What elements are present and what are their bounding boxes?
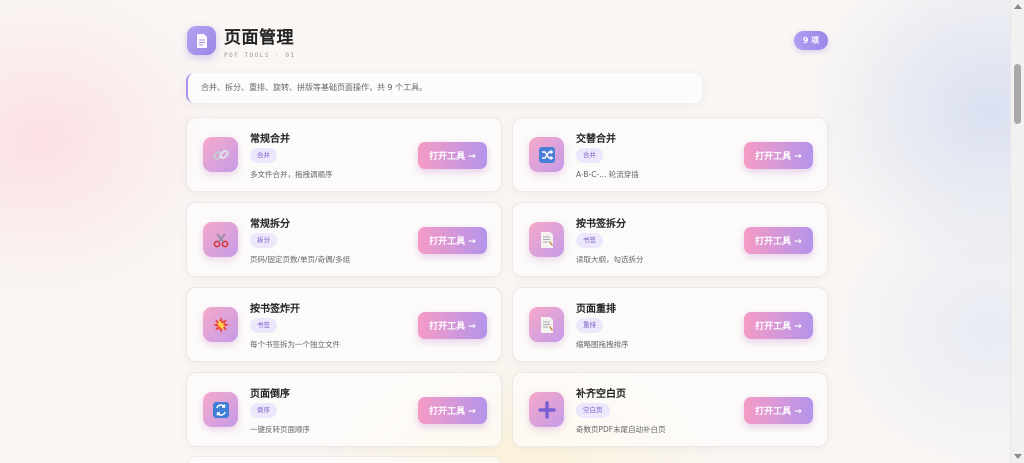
tool-name: 常规合并 [250,134,290,145]
page-title: 页面管理 [224,28,294,48]
tool-card: 常规拆分 拆分 页码/固定页数/单页/奇偶/多组 打开工具 → [186,202,502,277]
tool-count-badge: 9 项 [794,31,828,50]
explosion-icon [203,307,238,342]
open-tool-button[interactable]: 打开工具 → [744,312,813,339]
tool-desc: 页码/固定页数/单页/奇偶/多组 [250,255,351,264]
link-icon [203,137,238,172]
tool-tag: 重排 [576,318,603,333]
tool-card: 按书签炸开 书签 每个书签拆为一个独立文件 打开工具 → [186,287,502,362]
tool-desc: 奇数页PDF末尾自动补白页 [576,425,666,434]
tool-tag: 拆分 [250,233,277,248]
bookmark-doc-icon [529,222,564,257]
tool-name: 交替合并 [576,134,616,145]
tool-card: 常规合并 合并 多文件合并，拖拽调顺序 打开工具 → [186,117,502,192]
tool-tag: 合并 [250,148,277,163]
page-subtitle: PDF TOOLS · 01 [224,52,296,59]
tool-tag: 书签 [250,318,277,333]
plus-icon [529,392,564,427]
open-tool-button[interactable]: 打开工具 → [418,227,487,254]
tool-name: 按书签炸开 [250,304,300,315]
document-icon [187,26,216,55]
scrollbar-thumb[interactable] [1014,64,1021,124]
open-tool-button[interactable]: 打开工具 → [744,227,813,254]
scroll-down-arrow-icon[interactable] [1014,454,1022,459]
tool-tag: 空白页 [576,403,610,418]
reverse-icon [203,392,238,427]
tool-name: 按书签拆分 [576,219,626,230]
scissors-icon [203,222,238,257]
open-tool-button[interactable]: 打开工具 → [744,142,813,169]
tool-card: 按书签拆分 书签 读取大纲，勾选拆分 打开工具 → [512,202,828,277]
shuffle-icon [529,137,564,172]
tool-desc: 一键反转页面顺序 [250,425,310,434]
tool-card: 页面倒序 倒序 一键反转页面顺序 打开工具 → [186,372,502,447]
section-description: 合并、拆分、重排、旋转、拼版等基础页面操作，共 9 个工具。 [186,73,702,103]
tool-tag: 书签 [576,233,603,248]
tool-name: 补齐空白页 [576,389,626,400]
open-tool-button[interactable]: 打开工具 → [418,312,487,339]
tool-desc: 缩略图拖拽排序 [576,340,629,349]
page-scrollbar[interactable] [1010,0,1024,463]
open-tool-button[interactable]: 打开工具 → [418,142,487,169]
open-tool-button[interactable]: 打开工具 → [418,397,487,424]
scroll-up-arrow-icon[interactable] [1014,4,1022,9]
tool-desc: A-B-C-... 轮流穿插 [576,170,639,179]
page-header: 页面管理 PDF TOOLS · 01 9 项 [186,24,828,64]
tool-tag: 合并 [576,148,603,163]
tool-name: 常规拆分 [250,219,290,230]
tool-tag: 倒序 [250,403,277,418]
open-tool-button[interactable]: 打开工具 → [744,397,813,424]
tool-card: 页面重排 重排 缩略图拖拽排序 打开工具 → [512,287,828,362]
tool-card-partial [186,456,502,463]
reorder-doc-icon [529,307,564,342]
tool-name: 页面重排 [576,304,616,315]
tool-desc: 多文件合并，拖拽调顺序 [250,170,333,179]
tool-desc: 每个书签拆为一个独立文件 [250,340,340,349]
tool-desc: 读取大纲，勾选拆分 [576,255,644,264]
tool-card: 交替合并 合并 A-B-C-... 轮流穿插 打开工具 → [512,117,828,192]
tool-name: 页面倒序 [250,389,290,400]
tool-card: 补齐空白页 空白页 奇数页PDF末尾自动补白页 打开工具 → [512,372,828,447]
